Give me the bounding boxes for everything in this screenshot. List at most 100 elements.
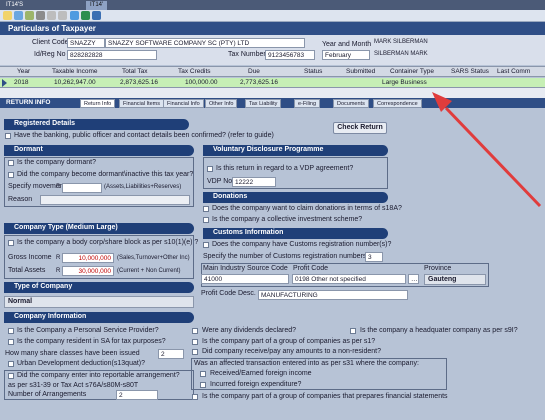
tab-financial-info[interactable]: Financial Info [163,99,204,108]
company-info-section: Company Information [4,312,194,323]
gross-income-field[interactable]: 10,000,000 [62,253,114,263]
col-year[interactable]: Year [17,68,30,75]
dividends-checkbox[interactable] [192,328,198,334]
hq-company-question: Is the company a headquater company as p… [360,327,518,334]
tab-financial-items[interactable]: Financial Items [119,99,164,108]
profit-desc-field[interactable]: MANUFACTURING [258,290,408,300]
total-assets-note: (Current + Non Current) [117,268,181,274]
client-code-field[interactable]: SNAZZY [67,38,105,48]
foreign-expenditure-checkbox[interactable] [200,382,206,388]
reason-label: Reason [8,196,33,203]
check-return-button[interactable]: Check Return [333,122,387,134]
gross-income-note: (Sales,Turnover+Other Inc) [117,255,190,261]
dormant-checkbox[interactable] [8,160,14,166]
save-icon[interactable] [14,11,23,20]
arrangements-field[interactable]: 2 [116,390,158,400]
specify-r-label: R [56,184,61,190]
foreign-expenditure-label: Incurred foreign expenditure? [210,381,302,388]
became-dormant-checkbox[interactable] [8,172,14,178]
customs-count-field[interactable]: 3 [365,252,383,262]
hq-company-checkbox[interactable] [350,328,356,334]
tax-number-label: Tax Number [228,51,266,58]
gross-r-label: R [56,255,61,261]
registered-section: Registered Details [4,119,189,130]
profit-desc-label: Profit Code Desc. [201,290,256,297]
client-name-field[interactable]: SNAZZY SOFTWARE COMPANY SC (PTY) LTD [105,38,305,48]
group-company-checkbox[interactable] [192,339,198,345]
cancel-icon[interactable] [36,11,45,20]
col-last-comm[interactable]: Last Comm [497,68,530,75]
affected-transaction-label: Was an affected transaction entered into… [194,360,419,367]
profit-code-label: Profit Code [293,265,329,272]
psp-checkbox[interactable] [8,328,14,334]
donations-checkbox[interactable] [203,206,209,212]
dormant-q1: Is the company dormant? [17,159,96,166]
export-icon[interactable] [70,11,79,20]
row-due: 2,773,625.16 [240,79,278,86]
foreign-income-checkbox[interactable] [200,371,206,377]
grid-empty-area [0,88,545,98]
vdp-no-label: VDP No. [207,178,235,185]
body-corp-checkbox[interactable] [8,240,14,246]
profit-code-lookup-button[interactable]: … [408,274,419,284]
total-assets-field[interactable]: 30,000,000 [62,266,114,276]
urban-dev-checkbox[interactable] [8,361,14,367]
new-icon[interactable] [3,11,12,20]
col-container-type[interactable]: Container Type [390,68,434,75]
non-resident-checkbox[interactable] [192,349,198,355]
col-total-tax[interactable]: Total Tax [122,68,148,75]
profit-code-field[interactable]: 0198 Other not specified [292,274,406,284]
tab-e-filing[interactable]: e-Filing [294,99,321,108]
movement-field[interactable] [62,183,102,193]
tab-documents[interactable]: Documents [333,99,369,108]
edit-icon[interactable] [25,11,34,20]
refresh-icon[interactable] [58,11,67,20]
group-fs-question: Is the company part of a group of compan… [202,393,448,400]
share-classes-field[interactable]: 2 [158,349,184,359]
group-company-question: Is the company part of a group of compan… [202,338,376,345]
col-taxable-income[interactable]: Taxable Income [52,68,98,75]
id-reg-label: Id/Reg No [34,51,66,58]
col-status[interactable]: Status [304,68,322,75]
collective-scheme-checkbox[interactable] [203,217,209,223]
tab-other-info[interactable]: Other Info [205,99,238,108]
delete-icon[interactable] [47,11,56,20]
tab-it14[interactable]: IT14' [86,1,108,10]
registered-checkbox[interactable] [5,133,11,139]
tab-tax-liability[interactable]: Tax Liability [245,99,282,108]
customs-checkbox[interactable] [203,242,209,248]
col-submitted[interactable]: Submitted [346,68,375,75]
company-type-section: Company Type (Medium Large) [4,223,194,234]
vdp-question: Is this return in regard to a VDP agreem… [216,165,354,172]
body-corp-question: Is the company a body corp/share block a… [17,239,199,246]
col-sars-status[interactable]: SARS Status [451,68,489,75]
province-select[interactable]: Gauteng [424,274,486,285]
tab-it14s[interactable]: IT14'S [2,1,27,10]
col-tax-credits[interactable]: Tax Credits [178,68,211,75]
row-taxable-income: 10,262,947.00 [54,79,96,86]
month-field[interactable]: February [322,50,370,60]
dormant-section: Dormant [4,145,194,156]
urban-dev-question: Urban Development deduction(s13quat)? [17,360,146,367]
total-assets-label: Total Assets [8,267,46,274]
col-due[interactable]: Due [248,68,260,75]
resident-checkbox[interactable] [8,339,14,345]
psp-question: Is the Company a Personal Service Provid… [17,327,159,334]
return-info-title: RETURN INFO [6,99,51,106]
tab-return-info[interactable]: Return Info [80,99,116,108]
resident-question: Is the company resident in SA for tax pu… [17,338,166,345]
industry-code-field[interactable]: 41000 [201,274,289,284]
report-icon[interactable] [81,11,90,20]
vdp-checkbox[interactable] [207,166,213,172]
group-fs-checkbox[interactable] [192,394,198,400]
help-icon[interactable] [92,11,101,20]
tax-number-field[interactable]: 9123456783 [265,50,315,60]
registered-question: Have the banking, public officer and con… [14,132,274,139]
company-type-select[interactable]: Normal [4,296,194,308]
id-reg-field[interactable]: 828282828 [67,50,157,60]
tab-correspondence[interactable]: Correspondence [373,99,422,108]
client-code-label: Client Code [32,39,69,46]
reportable-checkbox[interactable] [8,373,14,379]
vdp-no-field[interactable]: 12222 [232,177,276,187]
reason-field[interactable] [40,195,190,205]
